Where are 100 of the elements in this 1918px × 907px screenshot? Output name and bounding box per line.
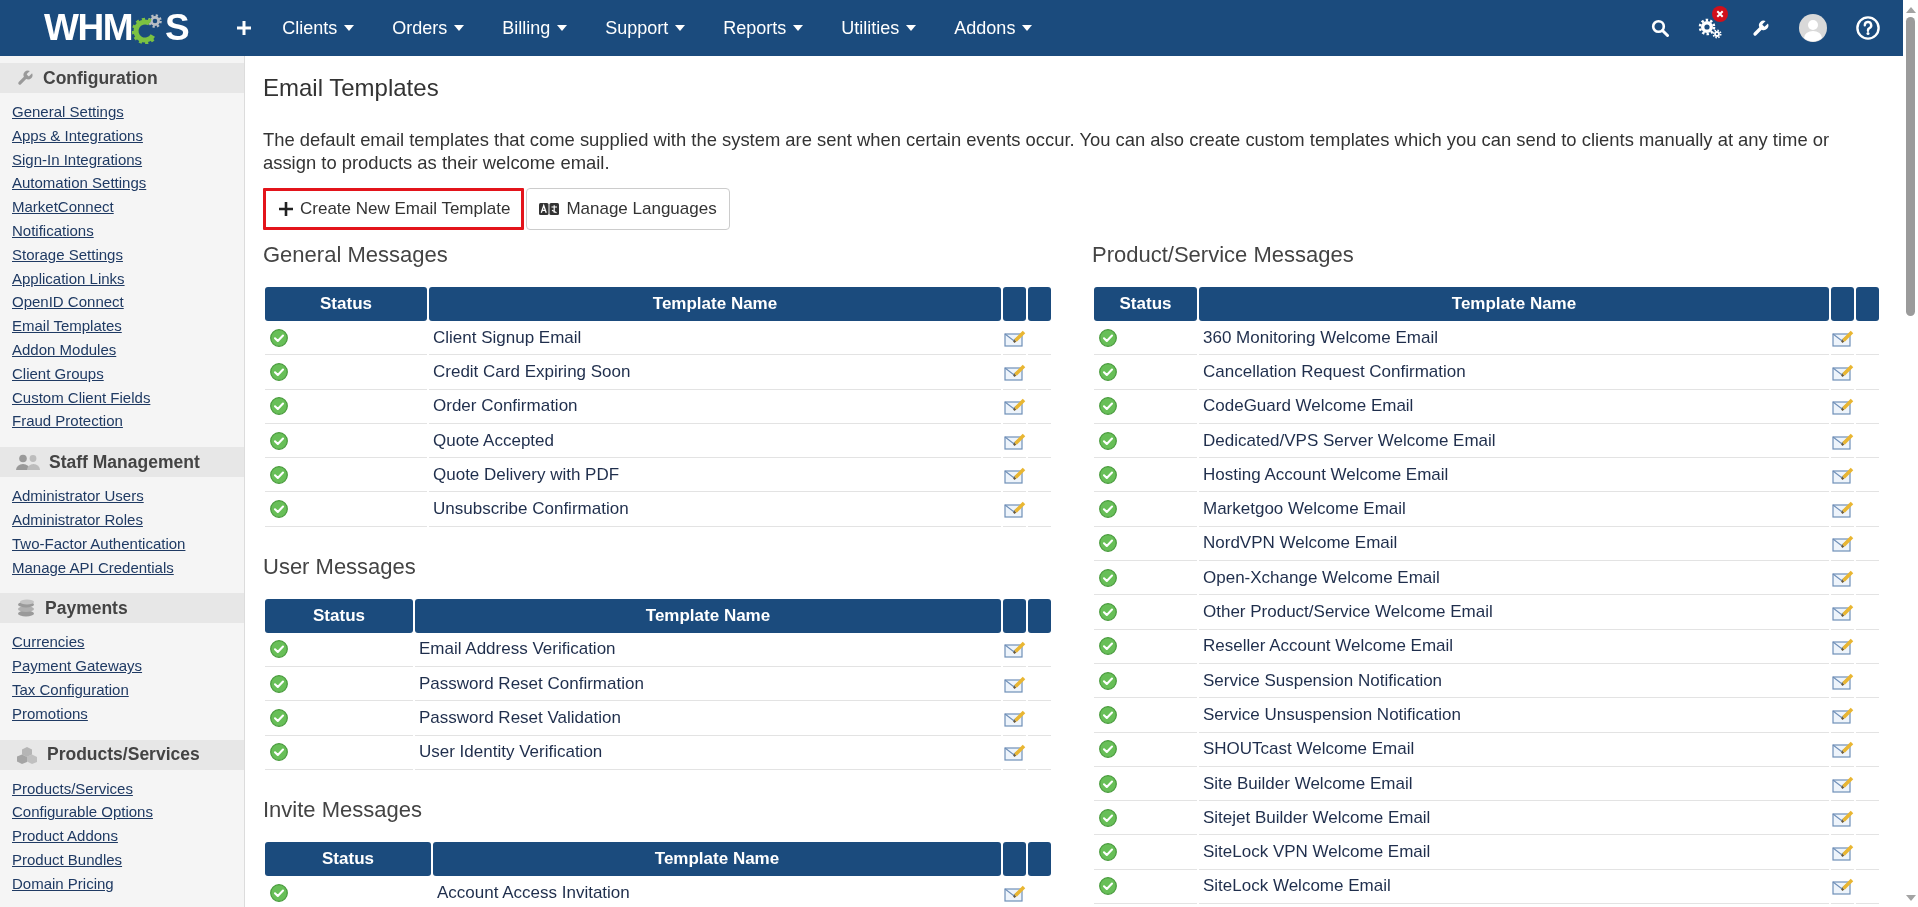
sidebar-link[interactable]: Sign-In Integrations xyxy=(12,147,143,172)
nav-menu[interactable]: Reports xyxy=(723,17,804,39)
sidebar-link[interactable]: Fraud Protection xyxy=(12,409,123,434)
scroll-down-icon[interactable] xyxy=(1905,895,1916,901)
plus-icon xyxy=(279,202,293,216)
sidebar-link[interactable]: Client Groups xyxy=(12,361,104,386)
edit-email-icon[interactable] xyxy=(1831,740,1854,759)
edit-email-icon[interactable] xyxy=(1831,705,1854,724)
edit-email-icon[interactable] xyxy=(1831,637,1854,656)
nav-menu[interactable]: Support xyxy=(605,17,686,39)
edit-email-icon[interactable] xyxy=(1831,808,1854,827)
sidebar-link[interactable]: Email Templates xyxy=(12,314,122,338)
sidebar-link[interactable]: OpenID Connect xyxy=(12,290,124,315)
edit-email-icon[interactable] xyxy=(1003,328,1026,347)
edit-email-icon[interactable] xyxy=(1831,671,1854,690)
template-name: Password Reset Confirmation xyxy=(419,673,644,693)
sidebar-link[interactable]: Administrator Users xyxy=(12,484,144,508)
edit-email-icon[interactable] xyxy=(1831,534,1854,553)
language-icon xyxy=(539,203,560,215)
users-icon xyxy=(16,454,40,471)
edit-email-icon[interactable] xyxy=(1831,603,1854,621)
search-icon[interactable] xyxy=(1651,19,1669,37)
edit-email-icon[interactable] xyxy=(1831,500,1854,519)
sidebar-link[interactable]: Manage API Credentials xyxy=(12,555,174,580)
create-template-button[interactable]: Create New Email Template xyxy=(263,188,525,230)
sidebar-link[interactable]: Two-Factor Authentication xyxy=(12,531,186,556)
template-name: Dedicated/VPS Server Welcome Email xyxy=(1203,430,1496,450)
scrollbar-thumb[interactable] xyxy=(1906,17,1915,316)
sidebar-link[interactable]: General Settings xyxy=(12,100,124,124)
column-header: Status xyxy=(1094,287,1197,321)
header-cell xyxy=(1003,598,1026,633)
nav-menu[interactable]: Clients xyxy=(282,17,355,39)
sidebar-link[interactable]: Automation Settings xyxy=(12,171,147,196)
edit-email-icon[interactable] xyxy=(1003,397,1026,416)
edit-email-icon[interactable] xyxy=(1003,743,1026,762)
edit-email-icon[interactable] xyxy=(1831,362,1854,381)
template-name: SiteLock Welcome Email xyxy=(1203,876,1391,896)
section-title: Products/Services xyxy=(47,744,200,766)
sidebar-link[interactable]: Custom Client Fields xyxy=(12,385,151,410)
caret-icon xyxy=(454,25,465,31)
sidebar-link[interactable]: Domain Pricing xyxy=(12,871,114,896)
edit-email-icon[interactable] xyxy=(1003,500,1026,519)
template-name: Other Product/Service Welcome Email xyxy=(1203,602,1493,621)
edit-email-icon[interactable] xyxy=(1003,465,1026,484)
caret-icon xyxy=(675,25,686,31)
edit-email-icon[interactable] xyxy=(1003,362,1026,381)
template-name: Order Confirmation xyxy=(433,396,578,416)
nav-menu[interactable]: Utilities xyxy=(841,17,917,39)
edit-email-icon[interactable] xyxy=(1831,328,1854,347)
column-header: Status xyxy=(265,598,413,633)
sidebar-link[interactable]: Administrator Roles xyxy=(12,507,143,532)
edit-email-icon[interactable] xyxy=(1003,431,1026,450)
edit-email-icon[interactable] xyxy=(1003,883,1026,902)
sidebar-link[interactable]: Promotions xyxy=(12,701,88,726)
template-name: Account Access Invitation xyxy=(437,882,630,902)
sidebar-link[interactable]: Application Links xyxy=(12,266,125,291)
page-title: Email Templates xyxy=(263,73,440,103)
section-title: Staff Management xyxy=(49,451,200,473)
section-heading: Product/Service Messages xyxy=(1092,241,1355,269)
plus-icon[interactable] xyxy=(236,20,253,36)
template-name: Reseller Account Welcome Email xyxy=(1203,636,1454,656)
logo-text: WHM xyxy=(44,8,132,48)
sidebar-link[interactable]: Storage Settings xyxy=(12,242,123,267)
section-title: Configuration xyxy=(43,67,158,89)
avatar-icon[interactable] xyxy=(1799,14,1827,42)
sidebar-link[interactable]: Payment Gateways xyxy=(12,654,143,678)
edit-email-icon[interactable] xyxy=(1831,774,1854,793)
sidebar-link[interactable]: Product Addons xyxy=(12,824,118,848)
help-icon[interactable] xyxy=(1856,16,1880,40)
header-cell xyxy=(1003,287,1026,321)
nav-menu[interactable]: Addons xyxy=(954,17,1033,39)
wrench-icon[interactable] xyxy=(1751,18,1770,38)
sidebar-link[interactable]: Product Bundles xyxy=(12,847,123,872)
sidebar-link[interactable]: MarketConnect xyxy=(12,195,114,219)
gears-icon[interactable] xyxy=(1698,17,1722,39)
edit-email-icon[interactable] xyxy=(1003,709,1026,727)
manage-languages-button[interactable]: Manage Languages xyxy=(526,188,730,230)
template-name: Cancellation Request Confirmation xyxy=(1203,361,1466,381)
edit-email-icon[interactable] xyxy=(1831,397,1854,416)
wrench-icon xyxy=(16,69,34,87)
sidebar-link[interactable]: Tax Configuration xyxy=(12,677,129,702)
edit-email-icon[interactable] xyxy=(1831,465,1854,484)
sidebar-link[interactable]: Configurable Options xyxy=(12,800,153,825)
nav-menu[interactable]: Billing xyxy=(502,17,568,39)
sidebar-link[interactable]: Currencies xyxy=(12,630,85,655)
sidebar-link[interactable]: Addon Modules xyxy=(12,337,117,362)
sidebar-link[interactable]: Notifications xyxy=(12,219,94,243)
edit-email-icon[interactable] xyxy=(1831,843,1854,862)
edit-email-icon[interactable] xyxy=(1831,877,1854,896)
nav-menu[interactable]: Orders xyxy=(392,17,465,39)
edit-email-icon[interactable] xyxy=(1003,640,1026,659)
template-name: Hosting Account Welcome Email xyxy=(1203,464,1449,484)
edit-email-icon[interactable] xyxy=(1831,431,1854,450)
edit-email-icon[interactable] xyxy=(1831,568,1854,587)
sidebar-link[interactable]: Products/Services xyxy=(12,776,133,801)
edit-email-icon[interactable] xyxy=(1003,674,1026,693)
scroll-up-icon[interactable] xyxy=(1905,7,1916,13)
sidebar-link[interactable]: Apps & Integrations xyxy=(12,123,143,148)
page-description: The default email templates that come supplied with the system are sent when certain events occur. You can also create custom templates which you can send to clients manually at any time or assign to products as their welcome email. xyxy=(263,128,1831,174)
template-name: Quote Accepted xyxy=(433,430,554,450)
